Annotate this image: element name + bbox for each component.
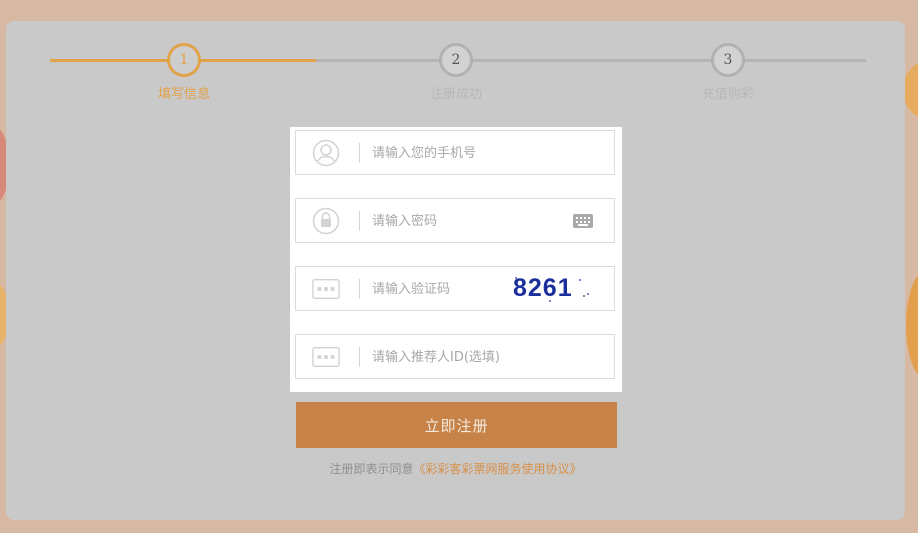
keyboard-icon[interactable] (573, 214, 593, 228)
step-3-number: 3 (711, 43, 745, 77)
captcha-noise (583, 295, 585, 297)
password-input[interactable] (372, 209, 562, 233)
lock-icon (312, 207, 340, 235)
user-icon (312, 139, 340, 167)
stepper-track-pending (316, 59, 866, 62)
step-1-label: 填写信息 (157, 87, 211, 102)
field-divider (359, 211, 360, 231)
registration-form: 8261 (290, 127, 622, 392)
dots-icon (312, 344, 340, 370)
step-1-number: 1 (167, 43, 201, 77)
captcha-noise (587, 293, 589, 295)
agreement-text: 注册即表示同意《彩彩客彩票网服务使用协议》 (6, 460, 905, 477)
step-3: 3 充值购彩 (702, 43, 754, 102)
field-divider (359, 279, 360, 299)
password-field (295, 198, 615, 243)
referrer-field (295, 334, 615, 379)
referrer-id-input[interactable] (372, 345, 562, 369)
step-2-number: 2 (439, 43, 473, 77)
captcha-code: 8261 (513, 274, 573, 302)
captcha-field: 8261 (295, 266, 615, 311)
captcha-input[interactable] (372, 277, 502, 301)
register-button[interactable]: 立即注册 (296, 402, 617, 448)
agreement-prefix: 注册即表示同意 (329, 462, 414, 476)
step-1: 1 填写信息 (158, 43, 210, 102)
field-divider (359, 347, 360, 367)
dots-icon (312, 276, 340, 302)
captcha-noise (549, 300, 551, 302)
phone-input[interactable] (372, 141, 562, 165)
agreement-link[interactable]: 《彩彩客彩票网服务使用协议》 (414, 462, 582, 476)
step-2-label: 注册成功 (429, 87, 483, 102)
captcha-noise (515, 277, 517, 279)
captcha-image[interactable]: 8261 (513, 273, 591, 303)
captcha-noise (579, 279, 581, 281)
background-decoration-right (903, 60, 918, 120)
phone-field (295, 130, 615, 175)
field-divider (359, 143, 360, 163)
registration-card: 1 填写信息 2 注册成功 3 充值购彩 请输入您的手机号 请输入验证码 826… (6, 21, 905, 520)
step-3-label: 充值购彩 (701, 87, 755, 102)
step-2: 2 注册成功 (430, 43, 482, 102)
background-decoration-right-lower (906, 270, 918, 380)
